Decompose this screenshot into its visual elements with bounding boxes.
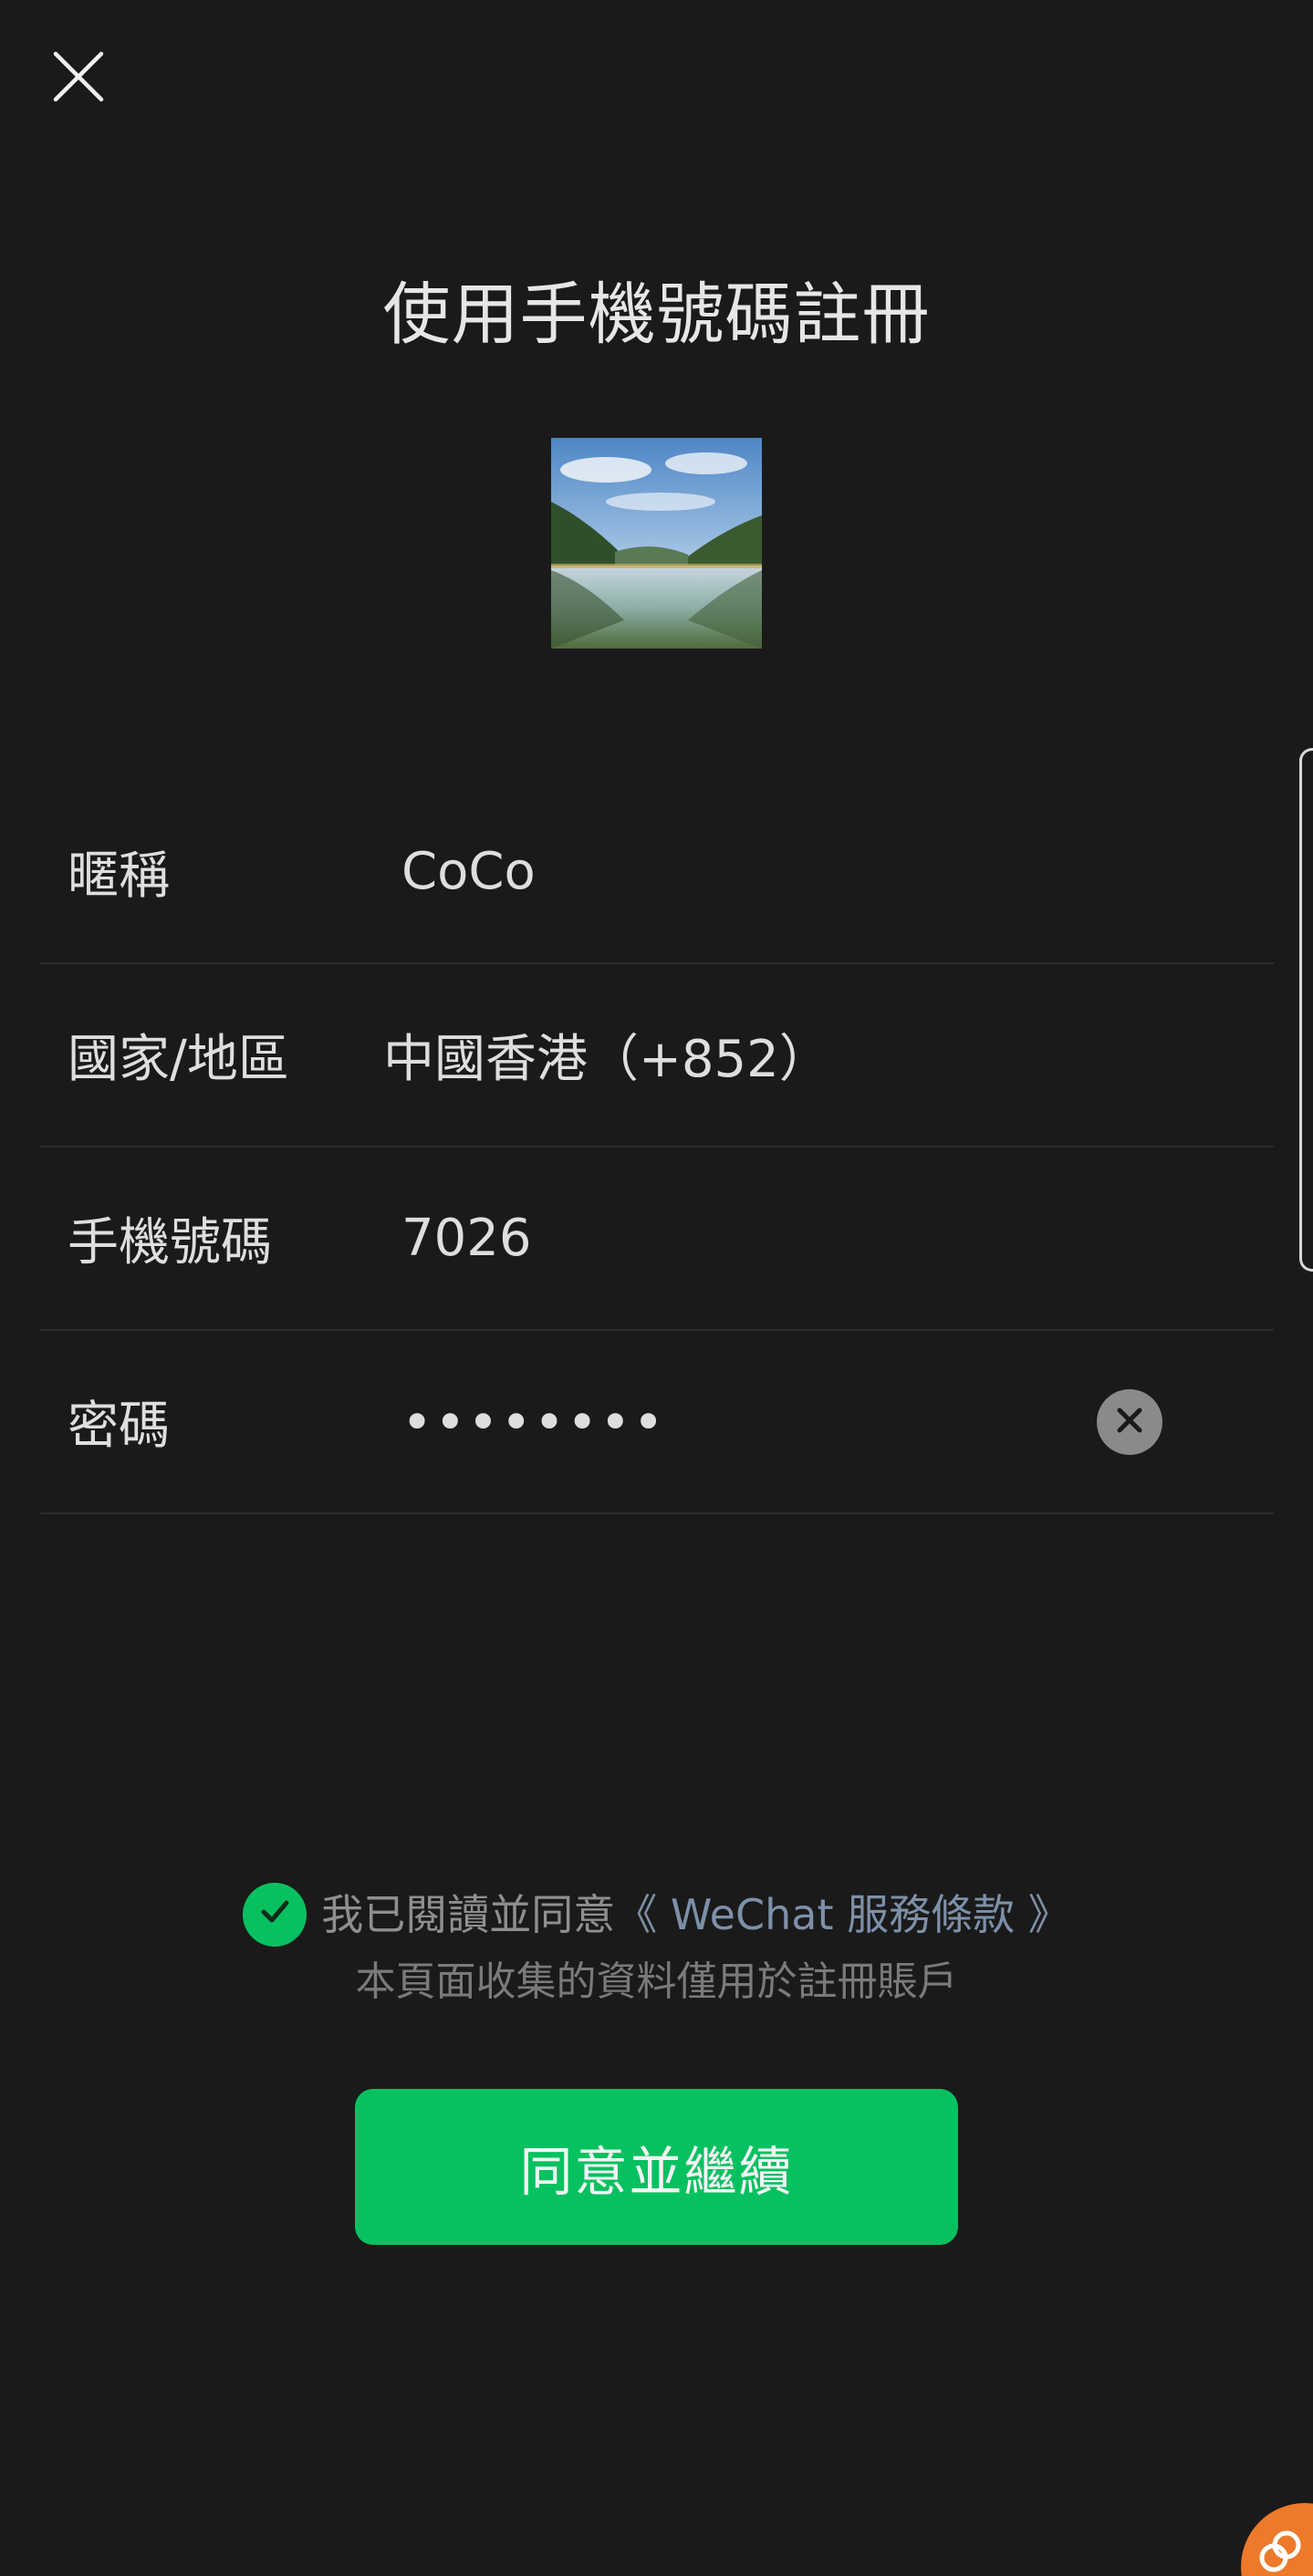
checkmark-icon (256, 1883, 293, 1947)
nickname-row: 暱稱 CoCo (40, 781, 1274, 964)
password-field[interactable]: •••••••• (401, 1331, 1040, 1512)
nickname-field[interactable]: CoCo (401, 781, 536, 962)
password-label: 密碼 (68, 1397, 170, 1456)
region-label: 國家/地區 (68, 1030, 289, 1089)
landscape-photo-icon (551, 438, 762, 649)
avatar[interactable] (551, 438, 762, 649)
phone-label: 手機號碼 (68, 1213, 272, 1272)
region-row[interactable]: 國家/地區 中國香港（+852） (40, 964, 1274, 1148)
floating-assistant-button[interactable] (1241, 2503, 1313, 2576)
page-title: 使用手機號碼註冊 (382, 275, 931, 354)
data-usage-notice: 本頁面收集的資料僅用於註冊賬戶 (355, 1958, 958, 2005)
password-row: 密碼 •••••••• (40, 1331, 1274, 1514)
close-icon (52, 50, 105, 107)
agreement-text: 我已閱讀並同意 (321, 1890, 616, 1939)
close-button[interactable] (33, 33, 124, 124)
agreement-line: 我已閱讀並同意 《 WeChat 服務條款 》 (0, 1883, 1313, 1947)
nickname-label: 暱稱 (68, 847, 170, 906)
phone-row: 手機號碼 7026 (40, 1148, 1274, 1331)
region-selector[interactable]: 中國香港（+852） (383, 964, 830, 1146)
clear-icon (1114, 1405, 1145, 1439)
link-icon (1259, 2530, 1301, 2572)
registration-form: 暱稱 CoCo 國家/地區 中國香港（+852） 手機號碼 7026 密碼 ••… (40, 781, 1274, 1514)
scroll-handle[interactable] (1299, 748, 1313, 1272)
clear-password-button[interactable] (1097, 1389, 1162, 1455)
terms-link[interactable]: 《 WeChat 服務條款 》 (615, 1883, 1069, 1947)
agree-continue-button[interactable]: 同意並繼續 (355, 2089, 958, 2245)
agree-checkbox[interactable] (243, 1883, 307, 1947)
phone-field[interactable]: 7026 (401, 1148, 532, 1329)
